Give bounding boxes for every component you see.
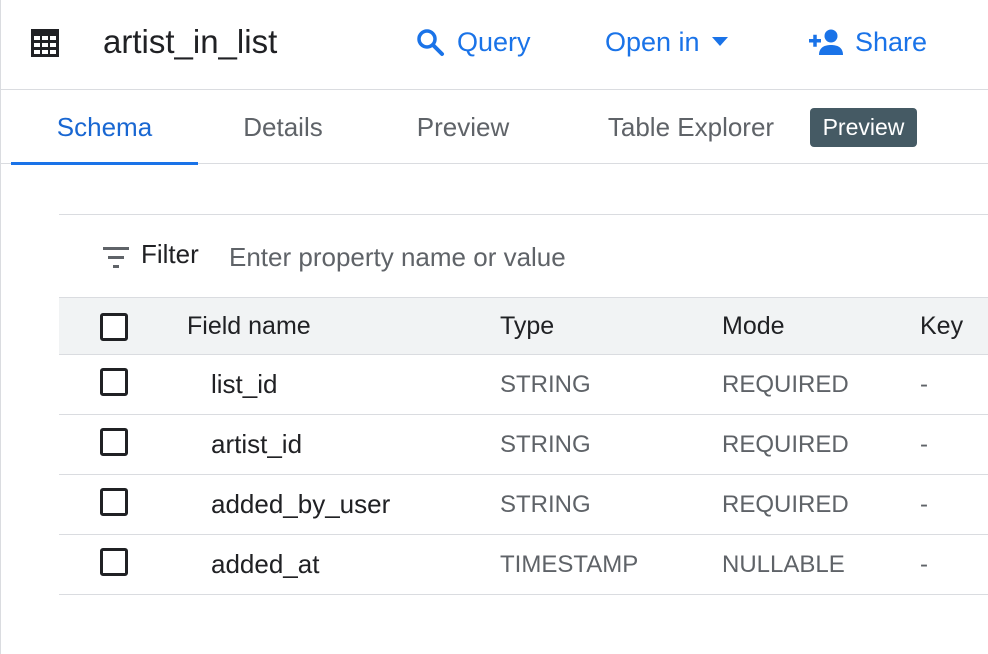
schema-table: Field name Type Mode Key list_id STRING … [59, 297, 988, 595]
field-mode: REQUIRED [722, 430, 849, 458]
field-type: STRING [500, 370, 591, 398]
person-add-icon [809, 29, 843, 55]
filter-bar: Filter [59, 214, 988, 297]
table-header-row: Field name Type Mode Key [59, 297, 988, 355]
column-header-field-name[interactable]: Field name [187, 298, 311, 354]
field-mode: REQUIRED [722, 490, 849, 518]
field-mode: REQUIRED [722, 370, 849, 398]
filter-input[interactable] [229, 237, 829, 277]
tab-table-explorer[interactable]: Table Explorer [581, 90, 801, 164]
tab-schema[interactable]: Schema [11, 90, 198, 165]
row-checkbox[interactable] [100, 368, 128, 396]
table-row: added_at TIMESTAMP NULLABLE - [59, 535, 988, 595]
table-row: added_by_user STRING REQUIRED - [59, 475, 988, 535]
app-frame: artist_in_list Query Open in Share Schem… [0, 0, 988, 654]
header: artist_in_list Query Open in Share [1, 0, 988, 90]
table-row: artist_id STRING REQUIRED - [59, 415, 988, 475]
query-label: Query [457, 26, 531, 57]
query-button[interactable]: Query [415, 22, 531, 62]
page-title: artist_in_list [103, 23, 278, 60]
preview-badge: Preview [810, 108, 917, 147]
filter-label: Filter [141, 239, 199, 269]
table-grid-icon [31, 29, 59, 57]
open-in-label: Open in [605, 26, 700, 57]
search-icon [415, 27, 445, 57]
field-key: - [920, 370, 928, 398]
field-name: artist_id [211, 429, 303, 459]
open-in-button[interactable]: Open in [605, 22, 728, 62]
share-button[interactable]: Share [809, 22, 927, 62]
share-label: Share [855, 26, 928, 57]
filter-lines-icon[interactable] [103, 247, 129, 274]
row-checkbox[interactable] [100, 488, 128, 516]
field-type: STRING [500, 430, 591, 458]
field-key: - [920, 490, 928, 518]
tab-preview[interactable]: Preview [393, 90, 533, 164]
select-all-checkbox[interactable] [100, 313, 128, 341]
row-checkbox[interactable] [100, 548, 128, 576]
field-mode: NULLABLE [722, 550, 845, 578]
field-name: added_at [211, 549, 320, 579]
row-checkbox[interactable] [100, 428, 128, 456]
column-header-key[interactable]: Key [920, 298, 963, 354]
field-type: TIMESTAMP [500, 550, 639, 578]
table-row: list_id STRING REQUIRED - [59, 355, 988, 415]
field-name: list_id [211, 369, 278, 399]
field-key: - [920, 430, 928, 458]
column-header-mode[interactable]: Mode [722, 298, 785, 354]
field-type: STRING [500, 490, 591, 518]
caret-down-icon [700, 37, 728, 47]
tab-details[interactable]: Details [213, 90, 353, 164]
column-header-type[interactable]: Type [500, 298, 554, 354]
field-name: added_by_user [211, 489, 391, 519]
field-key: - [920, 550, 928, 578]
